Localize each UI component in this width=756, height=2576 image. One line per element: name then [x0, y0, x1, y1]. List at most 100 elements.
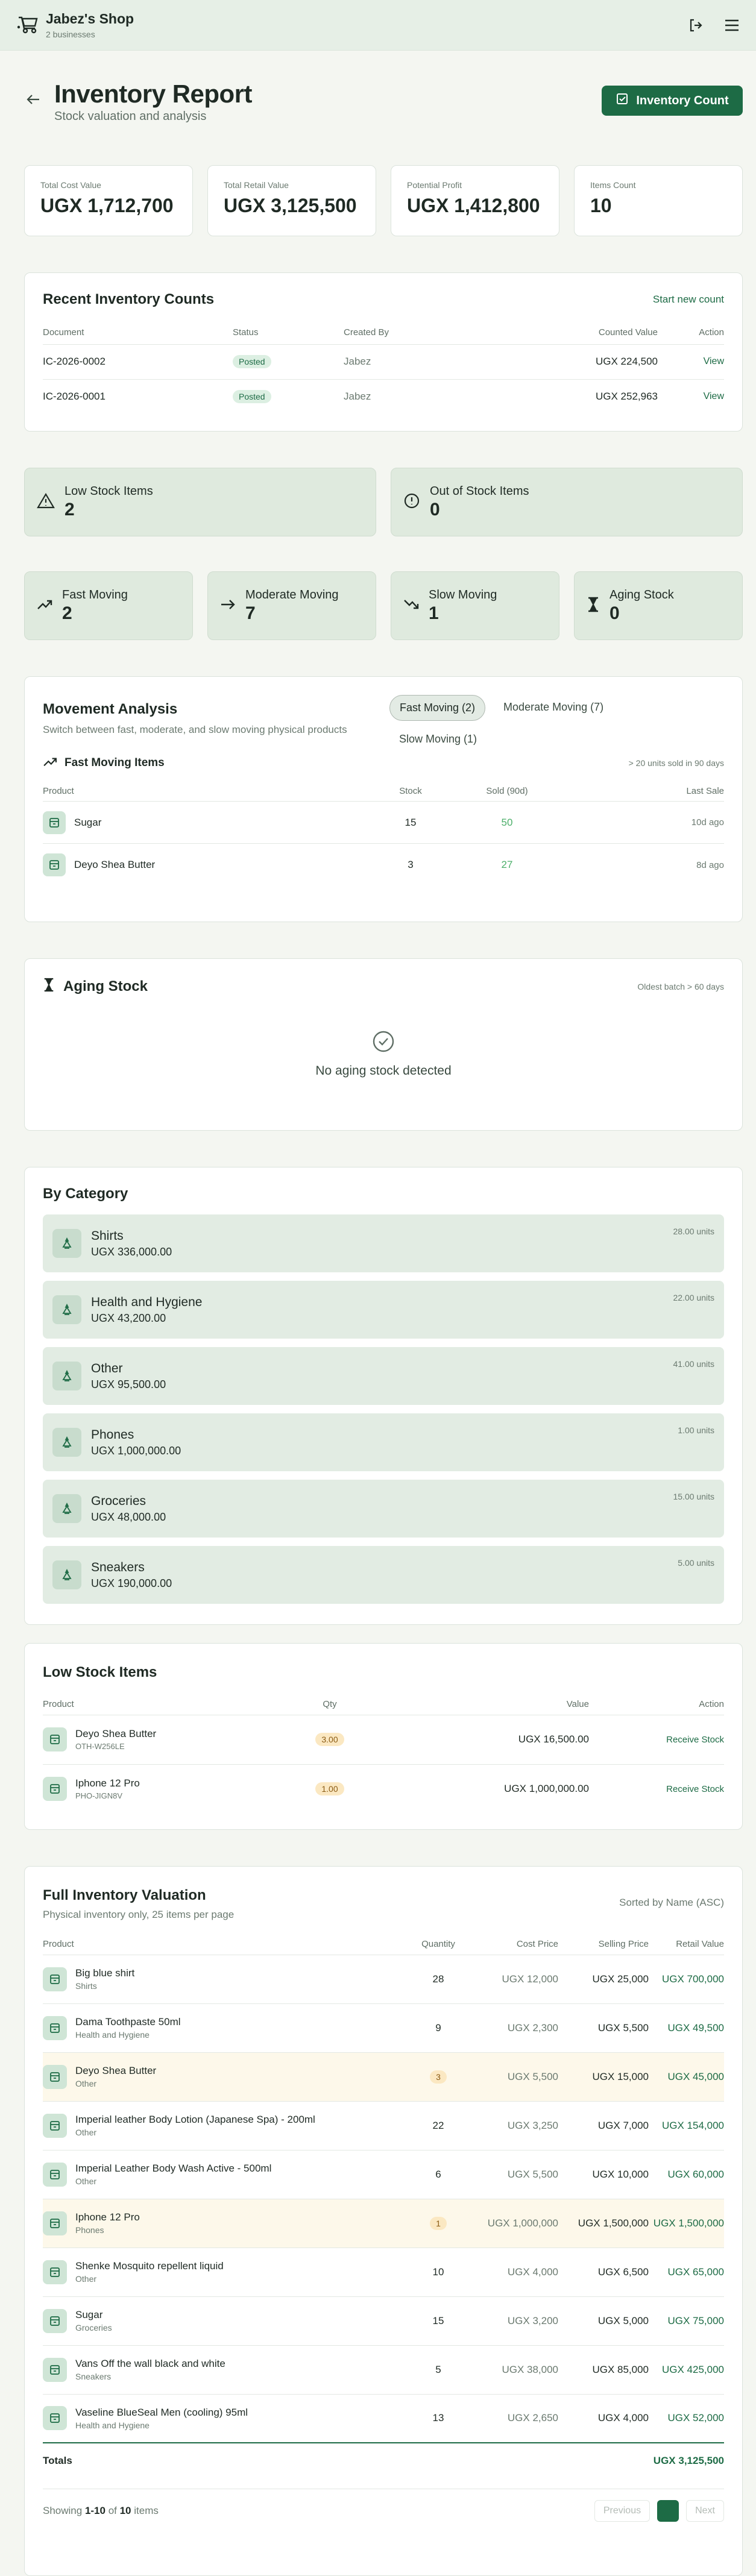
box-icon: [43, 2357, 67, 2382]
retail-value: UGX 52,000: [667, 2412, 724, 2424]
low-stock-title: Low Stock Items: [43, 1664, 157, 1680]
document-id: IC-2026-0002: [43, 356, 106, 367]
cost-price: UGX 3,250: [507, 2119, 558, 2131]
stat-value: UGX 1,412,800: [407, 195, 540, 216]
product-name: Big blue shirt: [75, 1967, 135, 1979]
low-stock-summary[interactable]: Low Stock Items 2: [24, 468, 376, 536]
box-icon: [43, 1777, 67, 1802]
hourglass-icon: [587, 597, 600, 615]
category-value: UGX 48,000.00: [91, 1510, 166, 1523]
qty-badge: 1.00: [315, 1782, 344, 1796]
start-new-count-link[interactable]: Start new count: [653, 294, 724, 306]
category-row[interactable]: Phones UGX 1,000,000.00 1.00 units: [43, 1413, 724, 1471]
by-category-card: By Category Shirts UGX 336,000.00 28.00 …: [24, 1167, 743, 1625]
stat-value: 10: [590, 195, 612, 216]
stock-alerts: Low Stock Items 2 Out of Stock Items 0: [24, 468, 743, 536]
view-link[interactable]: View: [658, 379, 724, 414]
movement-summary: Fast Moving 2 Moderate Moving 7 Slow Mov…: [24, 571, 743, 640]
category-row[interactable]: Health and Hygiene UGX 43,200.00 22.00 u…: [43, 1281, 724, 1339]
stock-value: 3: [408, 859, 414, 871]
moderate-moving-card[interactable]: Moderate Moving 7: [207, 571, 376, 640]
tab-fast-moving[interactable]: Fast Moving (2): [389, 695, 486, 721]
menu-icon[interactable]: [722, 16, 742, 35]
current-page-button[interactable]: [657, 2500, 679, 2522]
category-row[interactable]: Shirts UGX 336,000.00 28.00 units: [43, 1214, 724, 1272]
category-row[interactable]: Other UGX 95,500.00 41.00 units: [43, 1347, 724, 1405]
tag-icon: [52, 1494, 81, 1523]
inventory-count-label: Inventory Count: [636, 93, 729, 107]
category-units: 22.00 units: [673, 1293, 715, 1302]
document-id: IC-2026-0001: [43, 391, 106, 403]
col-document: Document: [43, 327, 84, 338]
category-row[interactable]: Groceries UGX 48,000.00 15.00 units: [43, 1480, 724, 1538]
logout-icon[interactable]: [686, 16, 705, 35]
category-row[interactable]: Sneakers UGX 190,000.00 5.00 units: [43, 1546, 724, 1604]
category-units: 28.00 units: [673, 1227, 715, 1236]
selling-price: UGX 6,500: [597, 2266, 649, 2278]
table-row: IC-2026-0001 Posted Jabez UGX 252,963 Vi…: [43, 379, 724, 414]
product-sku: PHO-JIGN8V: [75, 1791, 123, 1801]
next-page-button[interactable]: Next: [686, 2500, 724, 2522]
movement-analysis-description: Switch between fast, moderate, and slow …: [43, 724, 347, 735]
out-of-stock-summary[interactable]: Out of Stock Items 0: [391, 468, 743, 536]
page-header: Inventory Report Stock valuation and ana…: [24, 51, 743, 165]
by-category-title: By Category: [43, 1186, 128, 1202]
card-value: 1: [429, 603, 439, 623]
counted-value: UGX 252,963: [595, 391, 658, 403]
col-retail-value: Retail Value: [676, 1939, 724, 1950]
alert-value: 0: [430, 499, 440, 520]
valuation-row: Deyo Shea Butter Other 3 UGX 5,500 UGX 15,00…: [43, 2052, 724, 2101]
back-arrow-icon[interactable]: [24, 90, 42, 108]
slow-moving-card[interactable]: Slow Moving 1: [391, 571, 559, 640]
receive-stock-link[interactable]: Receive Stock: [589, 1715, 724, 1764]
cost-price: UGX 2,300: [507, 2022, 558, 2034]
valuation-row: Shenke Mosquito repellent liquid Other 10 U…: [43, 2248, 724, 2296]
quantity: 15: [432, 2314, 444, 2326]
product-name: Vans Off the wall black and white: [75, 2358, 225, 2369]
stat-value: UGX 3,125,500: [224, 195, 357, 216]
category-value: UGX 1,000,000.00: [91, 1444, 181, 1457]
check-circle-icon: [371, 1031, 395, 1056]
selling-price: UGX 15,000: [592, 2070, 649, 2082]
tab-slow-moving[interactable]: Slow Moving (1): [389, 727, 487, 752]
totals-label: Totals: [43, 2454, 72, 2466]
shop-name[interactable]: Jabez's Shop: [46, 11, 134, 27]
retail-value: UGX 700,000: [661, 1973, 724, 1985]
table-row: Iphone 12 Pro PHO-JIGN8V 1.00 UGX 1,000,…: [43, 1764, 724, 1814]
retail-value: UGX 65,000: [667, 2266, 724, 2278]
fast-moving-card[interactable]: Fast Moving 2: [24, 571, 193, 640]
category-name: Groceries: [91, 1494, 146, 1508]
receive-stock-link[interactable]: Receive Stock: [589, 1764, 724, 1814]
quantity: 6: [435, 2168, 441, 2180]
tab-moderate-moving[interactable]: Moderate Moving (7): [494, 695, 613, 721]
quantity: 13: [432, 2412, 444, 2424]
aging-stock-card[interactable]: Aging Stock 0: [574, 571, 743, 640]
cost-price: UGX 12,000: [502, 1973, 558, 1985]
arrow-right-icon: [220, 598, 236, 614]
inventory-count-button[interactable]: Inventory Count: [602, 86, 743, 116]
total-count: 10: [119, 2505, 131, 2516]
quantity-badge: 1: [430, 2216, 447, 2230]
sort-indicator[interactable]: Sorted by Name (ASC): [619, 1897, 724, 1909]
trending-down-icon: [403, 598, 419, 614]
box-icon: [43, 2162, 67, 2187]
col-selling-price: Selling Price: [598, 1939, 649, 1950]
valuation-row: Dama Toothpaste 50ml Health and Hygiene 9 U…: [43, 2003, 724, 2052]
col-product: Product: [43, 1699, 74, 1710]
stat-label: Potential Profit: [407, 180, 462, 190]
selling-price: UGX 1,500,000: [578, 2217, 649, 2229]
product-category: Health and Hygiene: [75, 2420, 150, 2430]
col-value: Value: [566, 1699, 589, 1710]
col-qty: Qty: [323, 1699, 337, 1710]
selling-price: UGX 5,500: [597, 2022, 649, 2034]
view-link[interactable]: View: [658, 344, 724, 379]
previous-page-button[interactable]: Previous: [594, 2500, 650, 2522]
warning-triangle-icon: [37, 492, 55, 512]
cost-price: UGX 5,500: [507, 2070, 558, 2082]
product-name: Deyo Shea Butter: [75, 1728, 157, 1739]
product-name: Sugar: [74, 816, 102, 828]
product-category: Other: [75, 2274, 97, 2284]
valuation-row: Big blue shirt Shirts 28 UGX 12,000 UGX 25,0…: [43, 1955, 724, 2003]
tag-icon: [52, 1428, 81, 1457]
cost-price: UGX 1,000,000: [487, 2217, 558, 2229]
